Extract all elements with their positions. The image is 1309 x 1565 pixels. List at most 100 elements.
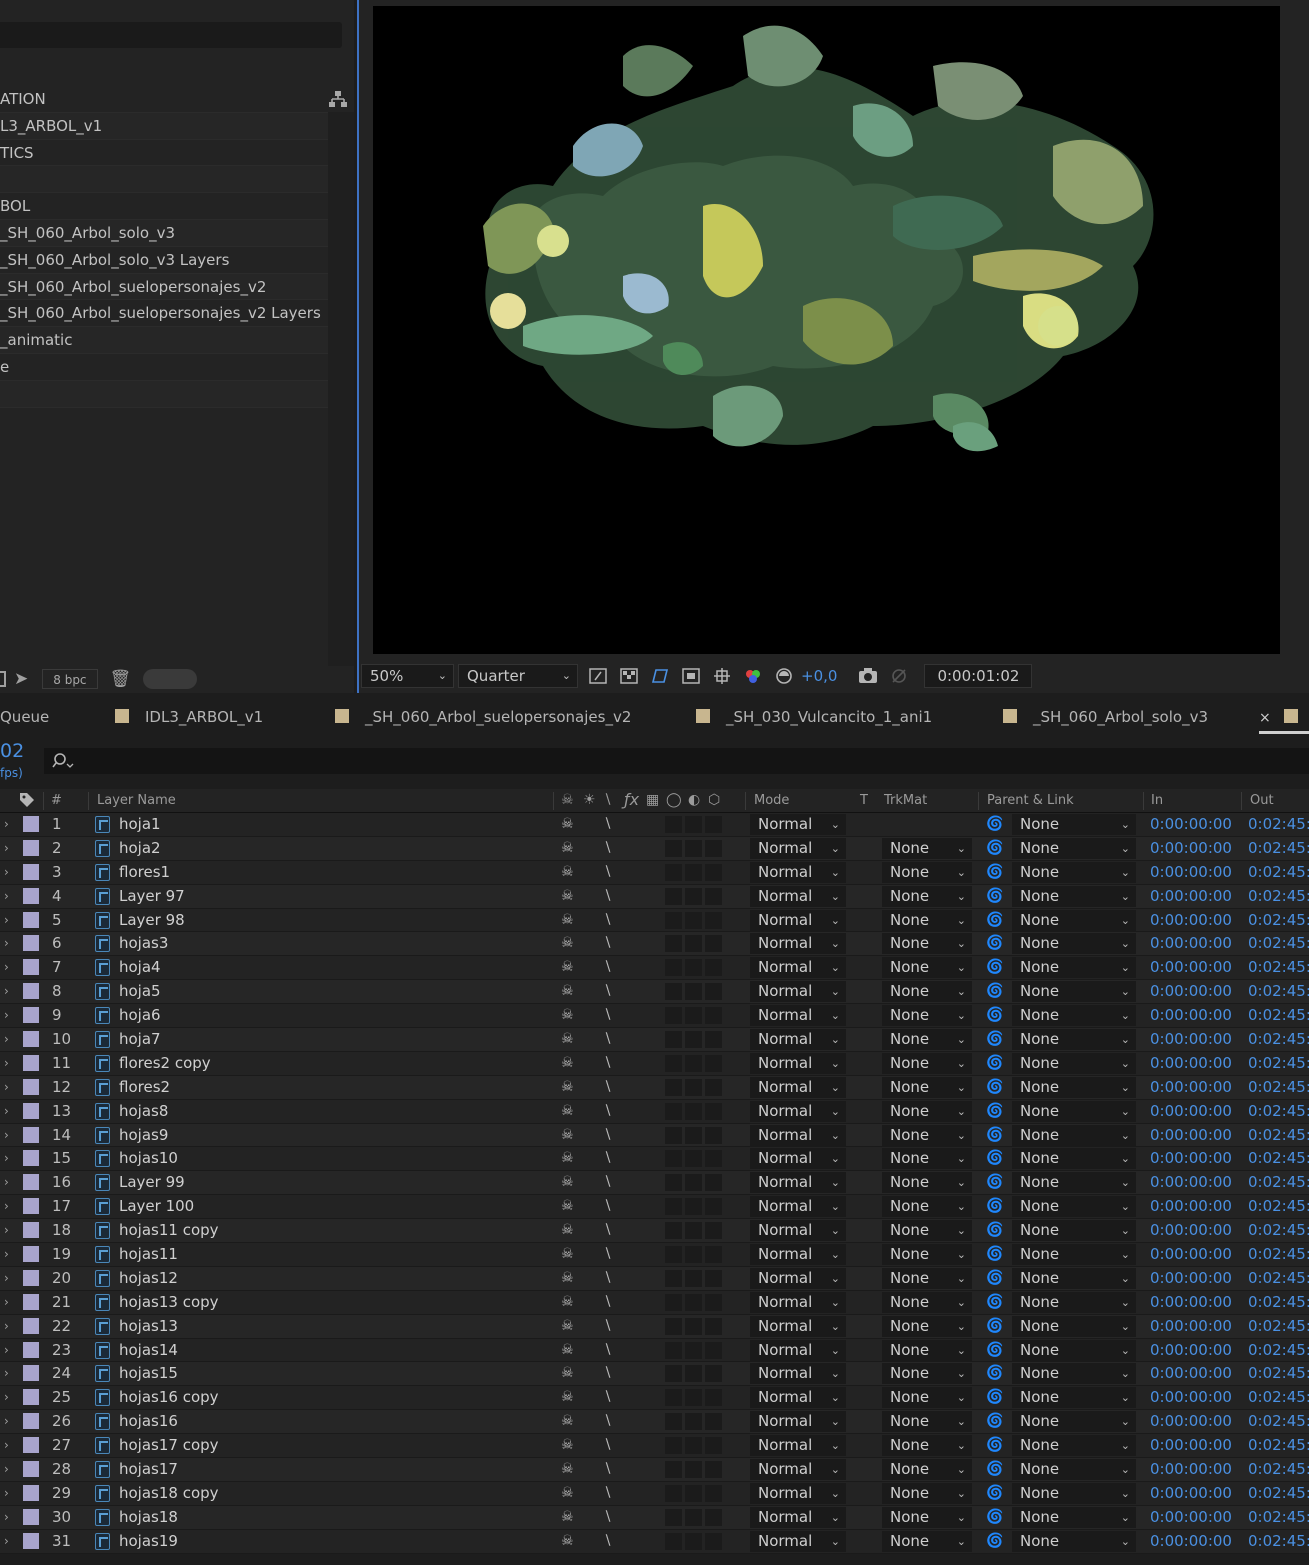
in-point[interactable]: 0:00:00:00 (1150, 956, 1232, 979)
in-point[interactable]: 0:00:00:00 (1150, 909, 1232, 932)
parent-select[interactable]: None ⌄ (1012, 1100, 1136, 1122)
track-matte-select[interactable]: None ⌄ (882, 1244, 972, 1266)
tab-idl3-arbol[interactable]: IDL3_ARBOL_v1 (115, 700, 263, 734)
project-item[interactable]: ATION (0, 86, 328, 113)
layer-label-swatch[interactable] (23, 1413, 39, 1430)
layer-switch-boxes[interactable] (665, 1031, 725, 1049)
layer-name[interactable]: hojas17 copy (119, 1434, 219, 1457)
out-point[interactable]: 0:02:45:2 (1248, 1171, 1309, 1194)
in-point[interactable]: 0:00:00:00 (1150, 980, 1232, 1003)
in-point[interactable]: 0:00:00:00 (1150, 1076, 1232, 1099)
pick-whip-icon[interactable]: 🌀 (986, 813, 1003, 836)
quality-icon[interactable]: ∖ (603, 1147, 612, 1170)
twirl-chevron-icon[interactable]: › (4, 1458, 9, 1481)
quality-icon[interactable]: ∖ (603, 1291, 612, 1314)
blend-mode-select[interactable]: Normal ⌄ (750, 1530, 846, 1552)
in-point[interactable]: 0:00:00:00 (1150, 813, 1232, 836)
track-matte-select[interactable]: None ⌄ (882, 1339, 972, 1361)
layer-label-swatch[interactable] (23, 1174, 39, 1191)
out-point[interactable]: 0:02:45:2 (1248, 1482, 1309, 1505)
in-point[interactable]: 0:00:00:00 (1150, 1458, 1232, 1481)
thumbnail-slider[interactable] (143, 669, 198, 689)
layer-switch-boxes[interactable] (665, 959, 725, 977)
layer-row[interactable]: › 2 hoja2 ☠ ∖ Normal ⌄ None ⌄ 🌀 None ⌄ 0:00:00:00 0:0… (0, 836, 1309, 861)
parent-select[interactable]: None ⌄ (1012, 1506, 1136, 1528)
twirl-chevron-icon[interactable]: › (4, 1291, 9, 1314)
layer-name[interactable]: hoja7 (119, 1028, 161, 1051)
parent-select[interactable]: None ⌄ (1012, 909, 1136, 931)
twirl-chevron-icon[interactable]: › (4, 1362, 9, 1385)
parent-select[interactable]: None ⌄ (1012, 981, 1136, 1003)
track-matte-select[interactable]: None ⌄ (882, 1411, 972, 1433)
layer-row[interactable]: › 3 flores1 ☠ ∖ Normal ⌄ None ⌄ 🌀 None ⌄ 0:00:00:00 0… (0, 860, 1309, 885)
shy-icon[interactable]: ☠ (561, 1506, 574, 1529)
quality-icon[interactable]: ∖ (603, 1004, 612, 1027)
track-matte-select[interactable]: None ⌄ (882, 1530, 972, 1552)
layer-switch-boxes[interactable] (665, 1269, 725, 1287)
flowchart-icon[interactable] (328, 89, 348, 109)
layer-row[interactable]: › 11 flores2 copy ☠ ∖ Normal ⌄ None ⌄ 🌀 None ⌄ 0:00:… (0, 1051, 1309, 1076)
track-matte-select[interactable]: None ⌄ (882, 861, 972, 883)
quality-icon[interactable]: ∖ (603, 1052, 612, 1075)
parent-select[interactable]: None ⌄ (1012, 1339, 1136, 1361)
track-matte-select[interactable]: None ⌄ (882, 1363, 972, 1385)
parent-select[interactable]: None ⌄ (1012, 1244, 1136, 1266)
out-point[interactable]: 0:02:45:2 (1248, 1219, 1309, 1242)
layer-row[interactable]: › 18 hojas11 copy ☠ ∖ Normal ⌄ None ⌄ 🌀 None ⌄ 0:00:… (0, 1219, 1309, 1244)
shy-icon[interactable]: ☠ (561, 1076, 574, 1099)
shy-icon[interactable]: ☠ (561, 1482, 574, 1505)
out-point[interactable]: 0:02:45:2 (1248, 861, 1309, 884)
project-item[interactable]: _SH_060_Arbol_solo_v3 (0, 219, 328, 247)
twirl-chevron-icon[interactable]: › (4, 1243, 9, 1266)
in-point[interactable]: 0:00:00:00 (1150, 1052, 1232, 1075)
col-t[interactable]: T (860, 793, 868, 808)
blend-mode-select[interactable]: Normal ⌄ (750, 814, 846, 835)
out-point[interactable]: 0:02:45:2 (1248, 1291, 1309, 1314)
in-point[interactable]: 0:00:00:00 (1150, 1434, 1232, 1457)
shy-icon[interactable]: ☠ (561, 792, 574, 808)
out-point[interactable]: 0:02:45:2 (1248, 1434, 1309, 1457)
out-point[interactable]: 0:02:45:2 (1248, 1195, 1309, 1218)
layer-row[interactable]: › 22 hojas13 ☠ ∖ Normal ⌄ None ⌄ 🌀 None ⌄ 0:00:00:00… (0, 1314, 1309, 1339)
track-matte-select[interactable]: None ⌄ (882, 1220, 972, 1242)
pick-whip-icon[interactable]: 🌀 (986, 1004, 1003, 1027)
trash-icon[interactable]: 🗑 (110, 669, 132, 689)
layer-name[interactable]: hojas16 (119, 1410, 178, 1433)
in-point[interactable]: 0:00:00:00 (1150, 1386, 1232, 1409)
in-point[interactable]: 0:00:00:00 (1150, 1362, 1232, 1385)
parent-select[interactable]: None ⌄ (1012, 1005, 1136, 1027)
layer-label-swatch[interactable] (23, 1437, 39, 1454)
twirl-chevron-icon[interactable]: › (4, 1076, 9, 1099)
layer-row[interactable]: › 23 hojas14 ☠ ∖ Normal ⌄ None ⌄ 🌀 None ⌄ 0:00:00:00… (0, 1338, 1309, 1363)
quality-icon[interactable]: ∖ (603, 1267, 612, 1290)
out-point[interactable]: 0:02:45:2 (1248, 1052, 1309, 1075)
pick-whip-icon[interactable]: 🌀 (986, 1195, 1003, 1218)
quality-icon[interactable]: ∖ (603, 1028, 612, 1051)
track-matte-select[interactable]: None ⌄ (882, 1124, 972, 1146)
blend-mode-select[interactable]: Normal ⌄ (750, 1244, 846, 1266)
in-point[interactable]: 0:00:00:00 (1150, 1195, 1232, 1218)
blend-mode-select[interactable]: Normal ⌄ (750, 957, 846, 979)
project-item[interactable]: L3_ARBOL_v1 (0, 112, 328, 140)
layer-name[interactable]: flores1 (119, 861, 170, 884)
track-matte-select[interactable]: None ⌄ (882, 1267, 972, 1289)
quality-icon[interactable]: ∖ (603, 1124, 612, 1147)
twirl-chevron-icon[interactable]: › (4, 1386, 9, 1409)
twirl-chevron-icon[interactable]: › (4, 1434, 9, 1457)
blend-mode-select[interactable]: Normal ⌄ (750, 933, 846, 955)
quality-icon[interactable]: ∖ (603, 1100, 612, 1123)
quality-icon[interactable]: ∖ (603, 837, 612, 860)
project-item[interactable]: TICS (0, 140, 328, 167)
pick-whip-icon[interactable]: 🌀 (986, 1434, 1003, 1457)
layer-row[interactable]: › 12 flores2 ☠ ∖ Normal ⌄ None ⌄ 🌀 None ⌄ 0:00:00:00… (0, 1075, 1309, 1100)
track-matte-select[interactable]: None ⌄ (882, 909, 972, 931)
layer-name[interactable]: hojas16 copy (119, 1386, 219, 1409)
twirl-chevron-icon[interactable]: › (4, 1124, 9, 1147)
out-point[interactable]: 0:02:45:2 (1248, 1076, 1309, 1099)
layer-switch-boxes[interactable] (665, 887, 725, 905)
layer-name[interactable]: Layer 99 (119, 1171, 185, 1194)
track-matte-select[interactable]: None ⌄ (882, 1196, 972, 1218)
layer-label-swatch[interactable] (23, 887, 39, 904)
parent-select[interactable]: None ⌄ (1012, 1387, 1136, 1409)
in-point[interactable]: 0:00:00:00 (1150, 1482, 1232, 1505)
